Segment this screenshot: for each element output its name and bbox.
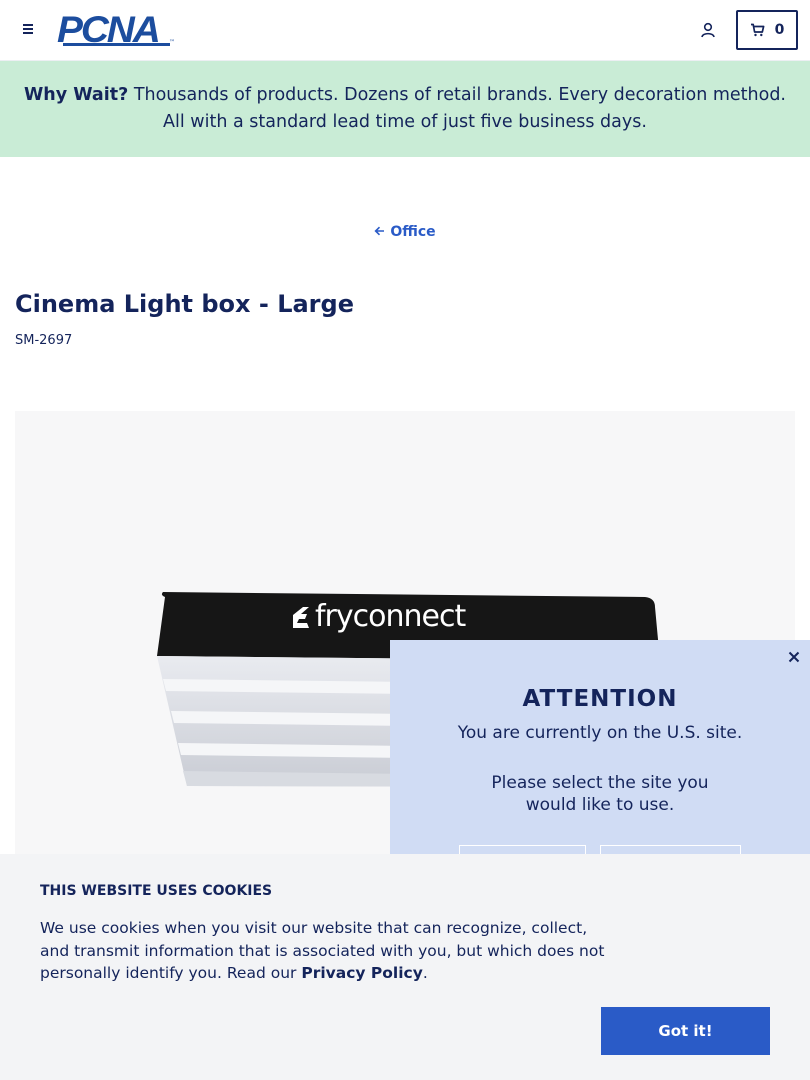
arrow-left-icon xyxy=(374,224,385,240)
back-link-label: Office xyxy=(390,224,436,240)
cookie-title: THIS WEBSITE USES COOKIES xyxy=(40,883,273,899)
image-brand-text: fryconnect xyxy=(315,599,466,634)
cookie-banner: THIS WEBSITE USES COOKIES We use cookies… xyxy=(0,854,810,1080)
cart-count: 0 xyxy=(774,22,785,38)
cart-icon xyxy=(750,23,765,37)
modal-prompt: Please select the site you would like to… xyxy=(491,773,709,815)
logo-trademark: ™ xyxy=(169,39,175,46)
logo-underline xyxy=(63,43,170,46)
promo-lead: Why Wait? xyxy=(23,85,129,105)
region-select-modal: ATTENTION You are currently on the U.S. … xyxy=(390,640,810,885)
close-icon[interactable] xyxy=(788,647,800,668)
promo-body: Thousands of products. Dozens of retail … xyxy=(128,85,786,132)
cart-button[interactable]: 0 xyxy=(736,10,798,50)
promo-text: Why Wait? Thousands of products. Dozens … xyxy=(12,82,798,136)
cookie-period: . xyxy=(422,964,428,982)
got-it-button[interactable]: Got it! xyxy=(601,1007,770,1055)
modal-heading: ATTENTION xyxy=(522,686,678,712)
account-icon[interactable] xyxy=(700,22,716,38)
image-brand-logo: fryconnect xyxy=(293,599,493,645)
product-sku: SM-2697 xyxy=(15,333,73,348)
back-to-office-link[interactable]: Office xyxy=(0,224,810,240)
pcna-logo[interactable]: PCNA ™ xyxy=(57,9,177,50)
cookie-text: We use cookies when you visit our websit… xyxy=(40,917,615,985)
modal-current-site: You are currently on the U.S. site. xyxy=(457,723,743,743)
product-title: Cinema Light box - Large xyxy=(15,290,354,318)
promo-banner: Why Wait? Thousands of products. Dozens … xyxy=(0,61,810,157)
privacy-policy-link[interactable]: Privacy Policy xyxy=(301,964,423,982)
site-header: PCNA ™ 0 xyxy=(0,0,810,61)
menu-icon[interactable] xyxy=(20,22,36,38)
